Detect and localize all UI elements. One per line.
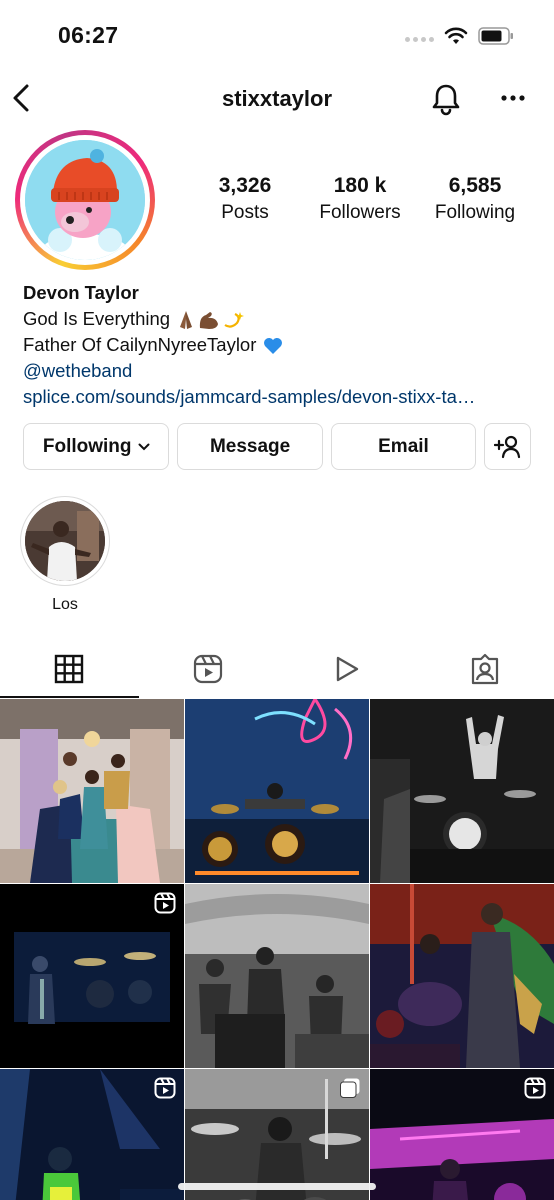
highlight-cover: [25, 501, 105, 581]
posts-count: 3,326: [218, 174, 272, 197]
play-icon: [337, 656, 359, 682]
posts-stat[interactable]: 3,326 Posts: [190, 174, 300, 224]
message-button[interactable]: Message: [177, 423, 323, 470]
post-thumbnail[interactable]: [185, 884, 369, 1068]
avatar: [25, 140, 145, 260]
reel-indicator-icon: [154, 892, 176, 914]
followers-label: Followers: [319, 202, 401, 223]
home-indicator[interactable]: [178, 1183, 376, 1190]
posts-grid: [0, 699, 554, 1200]
profile-tabs: [0, 640, 554, 698]
post-thumbnail[interactable]: [370, 884, 554, 1068]
bio-line-2: Father Of CailynNyreeTaylor: [23, 332, 543, 358]
following-button[interactable]: Following: [23, 423, 170, 470]
praying-hands-emoji-icon: [180, 311, 193, 330]
wifi-icon: [444, 27, 468, 44]
post-thumbnail[interactable]: [370, 1069, 554, 1200]
dizzy-emoji-icon: [224, 312, 245, 328]
chevron-down-icon: [138, 443, 150, 450]
followers-stat[interactable]: 180 k Followers: [305, 174, 415, 224]
add-person-icon: [493, 435, 520, 458]
tab-reels[interactable]: [139, 640, 278, 698]
display-name: Devon Taylor: [23, 282, 139, 303]
following-stat[interactable]: 6,585 Following: [420, 174, 530, 224]
reel-indicator-icon: [154, 1077, 176, 1099]
following-button-label: Following: [42, 435, 132, 457]
blue-heart-emoji-icon: [263, 338, 282, 355]
post-thumbnail[interactable]: [370, 699, 554, 883]
tab-tagged[interactable]: [416, 640, 554, 698]
suggested-people-button[interactable]: [484, 423, 531, 470]
profile-bio: Devon Taylor God Is Everything Father Of…: [23, 280, 543, 410]
profile-header: stixxtaylor: [0, 72, 554, 126]
profile-username: stixxtaylor: [221, 86, 333, 111]
website-link[interactable]: splice.com/sounds/jammcard-samples/devon…: [23, 384, 543, 410]
post-thumbnail[interactable]: [0, 884, 184, 1068]
post-thumbnail[interactable]: [185, 699, 369, 883]
following-label: Following: [434, 202, 516, 223]
cellular-signal-icon: [405, 37, 434, 42]
profile-actions: Following Message Email: [23, 423, 531, 470]
flexed-biceps-emoji-icon: [200, 312, 219, 330]
post-thumbnail[interactable]: [0, 1069, 184, 1200]
following-count: 6,585: [448, 174, 502, 197]
email-button[interactable]: Email: [330, 423, 477, 470]
mention-link[interactable]: @wetheband: [23, 358, 543, 384]
status-time: 06:27: [58, 22, 119, 48]
posts-label: Posts: [221, 202, 269, 223]
status-bar: 06:27: [0, 0, 554, 72]
followers-count: 180 k: [333, 174, 387, 197]
post-thumbnail[interactable]: [185, 1069, 369, 1200]
tagged-icon: [471, 653, 498, 685]
reel-indicator-icon: [524, 1077, 546, 1099]
story-ring[interactable]: [15, 130, 155, 270]
multi-photo-indicator-icon: [340, 1078, 360, 1098]
notification-bell-icon[interactable]: [430, 82, 462, 116]
more-options-icon[interactable]: [500, 94, 526, 102]
bio-line-1: God Is Everything: [23, 306, 543, 332]
post-thumbnail[interactable]: [0, 699, 184, 883]
reels-icon: [193, 654, 222, 684]
tab-videos[interactable]: [277, 640, 416, 698]
story-highlight[interactable]: Los: [20, 496, 110, 614]
profile-stats: 3,326 Posts 180 k Followers 6,585 Follow…: [190, 174, 530, 224]
highlight-label: Los: [52, 596, 78, 613]
tab-posts-grid[interactable]: [0, 640, 139, 698]
battery-icon: [478, 27, 513, 45]
grid-icon: [55, 654, 84, 684]
